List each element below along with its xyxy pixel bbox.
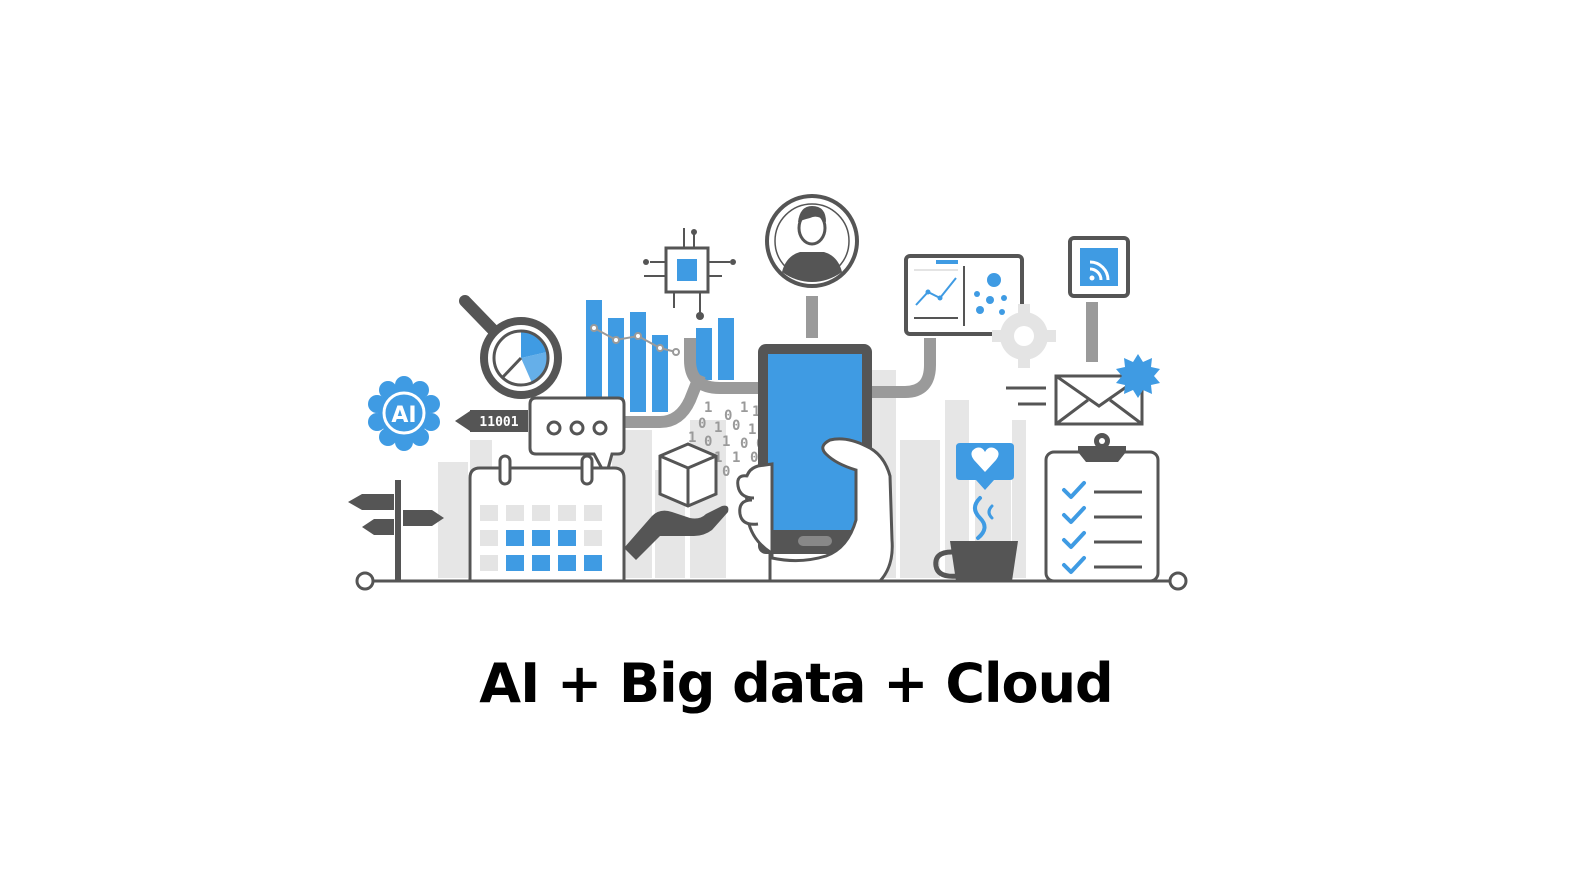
wifi-tile-icon <box>1068 236 1130 298</box>
technology-illustration: AI 11001 1 0 1 1 0 1 0 1 1 0 1 0 1 1 0 0 <box>348 194 1188 591</box>
binary-digit: 1 <box>732 450 740 466</box>
calendar-icon <box>468 454 626 583</box>
bar-chart-icon <box>586 300 734 412</box>
clipboard-checklist-icon <box>1044 433 1160 583</box>
binary-arrow-label: 11001 <box>479 415 518 430</box>
binary-digit: 0 <box>740 436 748 452</box>
magnifier-pie-icon <box>459 295 562 399</box>
chat-bubble-icon <box>528 396 626 480</box>
chip-icon <box>643 228 736 320</box>
binary-digit: 1 <box>740 400 748 416</box>
binary-digit: 0 <box>750 450 758 466</box>
user-avatar-icon <box>765 194 859 288</box>
binary-digit: 0 <box>722 464 730 480</box>
binary-digit: 0 <box>698 416 706 432</box>
binary-digit: 1 <box>704 400 712 416</box>
cube-icon <box>658 442 718 508</box>
caption-title: AI + Big data + Cloud <box>479 652 1113 715</box>
binary-digit: 0 <box>732 418 740 434</box>
binary-digit: 1 <box>722 434 730 450</box>
signpost-icon <box>348 480 444 580</box>
binary-digit: 0 <box>704 434 712 450</box>
binary-arrow-icon: 11001 <box>455 410 528 432</box>
ai-brain-icon: AI <box>368 376 440 451</box>
ai-badge-label: AI <box>391 403 416 428</box>
